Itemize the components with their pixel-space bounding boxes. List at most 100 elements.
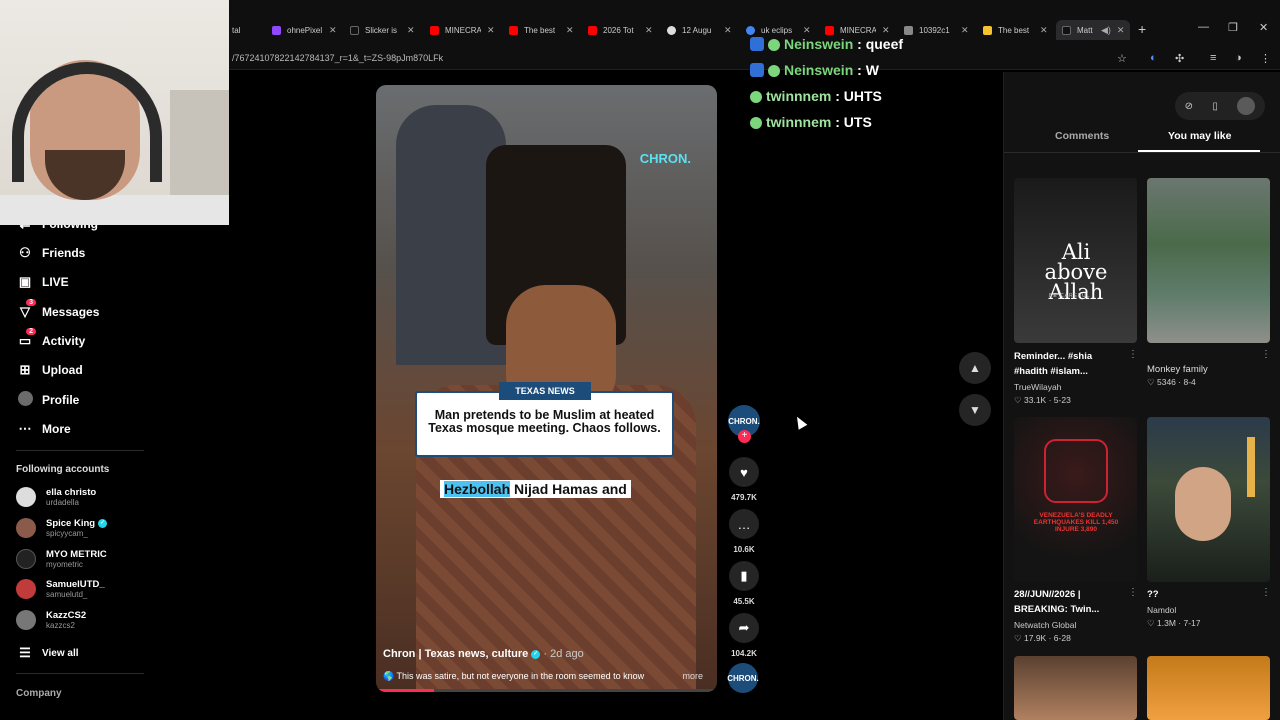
sidebar-item-upload[interactable]: ⊞ Upload: [16, 362, 83, 378]
tab-comments[interactable]: Comments: [1055, 130, 1109, 142]
close-tab-icon[interactable]: ✕: [487, 25, 495, 36]
media-control-icon[interactable]: ≡: [1210, 52, 1216, 64]
video-thumbnail[interactable]: Ali above Allah BE CAREFUL: [1014, 178, 1137, 343]
video-stats: ♡ 33.1K · 5-23: [1014, 395, 1071, 405]
page-icon: [667, 25, 676, 35]
more-options-icon[interactable]: ⋮: [1128, 587, 1138, 598]
video-author[interactable]: Netwatch Global: [1014, 620, 1076, 630]
close-tab-icon[interactable]: ✕: [1117, 25, 1125, 36]
video-thumbnail[interactable]: [1147, 178, 1270, 343]
activity-icon: ▭ 2: [16, 328, 36, 349]
video-title[interactable]: Reminder... #shia #hadith #islam...: [1014, 349, 1126, 379]
profile-avatar-icon[interactable]: ◑: [1235, 52, 1242, 64]
page-icon: [904, 25, 913, 35]
like-button[interactable]: ♥ 479.7K: [728, 457, 760, 502]
next-video-button[interactable]: ▼: [959, 394, 991, 426]
browser-tab[interactable]: MINECRA ✕: [430, 20, 495, 40]
more-button[interactable]: more: [682, 671, 703, 681]
webcam-headset: [12, 62, 162, 182]
sidebar-item-messages[interactable]: ▽ 3 Messages: [16, 299, 99, 320]
sidebar-item-profile[interactable]: Profile: [16, 391, 79, 409]
close-tab-icon[interactable]: ✕: [329, 25, 337, 36]
save-button[interactable]: ▮ 45.5K: [728, 561, 760, 606]
sidebar-item-friends[interactable]: ⚇ Friends: [16, 245, 85, 261]
browser-tab[interactable]: ohnePixel ✕: [272, 20, 337, 40]
following-account[interactable]: MYO METRIC myometric: [16, 549, 107, 569]
heart-icon[interactable]: ♥: [729, 457, 759, 487]
video-progress-bar[interactable]: [376, 689, 717, 692]
sidebar-divider: [16, 673, 144, 674]
chat-message: twinnnem : UHTS: [750, 88, 882, 104]
restore-icon[interactable]: ❐: [1228, 21, 1238, 34]
profile-icon: [16, 391, 34, 409]
company-link[interactable]: Company: [16, 688, 62, 699]
music-avatar[interactable]: CHRON.: [727, 663, 760, 693]
video-title[interactable]: ??: [1147, 587, 1259, 602]
video-thumbnail[interactable]: VENEZUELA'S DEADLY EARTHQUAKES KILL 1,45…: [1014, 417, 1137, 582]
creator-avatar[interactable]: CHRON. +: [728, 405, 760, 443]
browser-menu-icon[interactable]: ⋮: [1260, 52, 1271, 65]
video-thumbnail[interactable]: [1014, 656, 1137, 720]
avatar: [16, 610, 36, 630]
following-account[interactable]: SamuelUTD_ samuelutd_: [16, 579, 105, 599]
close-tab-icon[interactable]: ✕: [724, 25, 732, 36]
video-player[interactable]: CHRON. Man pretends to be Muslim at heat…: [376, 85, 717, 692]
close-tab-icon[interactable]: ✕: [882, 25, 890, 36]
close-tab-icon[interactable]: ✕: [961, 25, 969, 36]
phone-icon[interactable]: ▯: [1212, 101, 1218, 112]
browser-tab-active[interactable]: Matt ◀) ✕: [1056, 20, 1131, 40]
compass-icon[interactable]: ⊘: [1185, 101, 1193, 112]
browser-tab[interactable]: 10392c1 ✕: [904, 20, 969, 40]
previous-video-button[interactable]: ▲: [959, 352, 991, 384]
view-all-button[interactable]: ☰ View all: [16, 645, 78, 661]
list-icon: ☰: [19, 645, 31, 660]
video-title[interactable]: Monkey family: [1147, 362, 1259, 377]
close-tab-icon[interactable]: ✕: [645, 25, 653, 36]
speaker-icon[interactable]: ◀): [1101, 25, 1111, 36]
chat-message: Neinswein : W: [750, 62, 879, 78]
video-thumbnail[interactable]: [1147, 417, 1270, 582]
video-caption: Hezbollah Nijad Hamas and: [440, 480, 631, 498]
sidebar-item-live[interactable]: ▣ LIVE: [16, 274, 69, 290]
sidebar-item-more[interactable]: ⋯ More: [16, 421, 71, 437]
comment-button[interactable]: … 10.6K: [728, 509, 760, 554]
close-tab-icon[interactable]: ✕: [566, 25, 574, 36]
tab-you-may-like[interactable]: You may like: [1168, 130, 1231, 142]
browser-tab[interactable]: The best ✕: [509, 20, 574, 40]
video-author[interactable]: Namdol: [1147, 605, 1176, 615]
share-button[interactable]: ➦ 104.2K: [728, 613, 760, 658]
video-author[interactable]: Chron | Texas news, culture ✓ · 2d ago: [383, 648, 584, 660]
close-window-icon[interactable]: ✕: [1259, 21, 1268, 34]
following-account[interactable]: ella christo urdadella: [16, 487, 96, 507]
more-options-icon[interactable]: ⋮: [1128, 349, 1138, 360]
minimize-icon[interactable]: —: [1198, 21, 1209, 33]
video-description: 🌎 This was satire, but not everyone in t…: [383, 671, 703, 681]
video-title[interactable]: 28//JUN//2026 | BREAKING: Twin...: [1014, 587, 1126, 617]
following-account[interactable]: Spice King ✓ spicyycam_: [16, 518, 108, 538]
browser-tab[interactable]: 12 Augu ✕: [667, 20, 732, 40]
following-account[interactable]: KazzCS2 kazzcs2: [16, 610, 86, 630]
extensions-puzzle-icon[interactable]: ✣: [1175, 52, 1184, 65]
sidebar-item-activity[interactable]: ▭ 2 Activity: [16, 328, 85, 349]
comment-icon[interactable]: …: [729, 509, 759, 539]
browser-tab[interactable]: 2026 Tot ✕: [588, 20, 653, 40]
bookmark-icon[interactable]: ▮: [729, 561, 759, 591]
close-tab-icon[interactable]: ✕: [407, 25, 415, 36]
share-icon[interactable]: ➦: [729, 613, 759, 643]
chat-message: twinnnem : UTS: [750, 114, 872, 130]
close-tab-icon[interactable]: ✕: [803, 25, 811, 36]
url-text[interactable]: /76724107822142784137_r=1&_t=ZS-98pJm870…: [232, 53, 443, 63]
extension-icon[interactable]: ◐: [1150, 52, 1157, 64]
badge-icon: [750, 37, 764, 51]
follow-plus-icon[interactable]: +: [738, 430, 751, 443]
close-tab-icon[interactable]: ✕: [1040, 25, 1048, 36]
more-options-icon[interactable]: ⋮: [1261, 587, 1271, 598]
video-author[interactable]: TrueWilayah: [1014, 382, 1061, 392]
bookmark-star-icon[interactable]: ☆: [1117, 52, 1127, 65]
video-thumbnail[interactable]: [1147, 656, 1270, 720]
more-options-icon[interactable]: ⋮: [1261, 349, 1271, 360]
browser-tab[interactable]: Slicker is ✕: [350, 20, 415, 40]
user-avatar[interactable]: [1237, 97, 1256, 115]
browser-tab[interactable]: The best ✕: [983, 20, 1048, 40]
new-tab-icon[interactable]: +: [1138, 21, 1146, 37]
